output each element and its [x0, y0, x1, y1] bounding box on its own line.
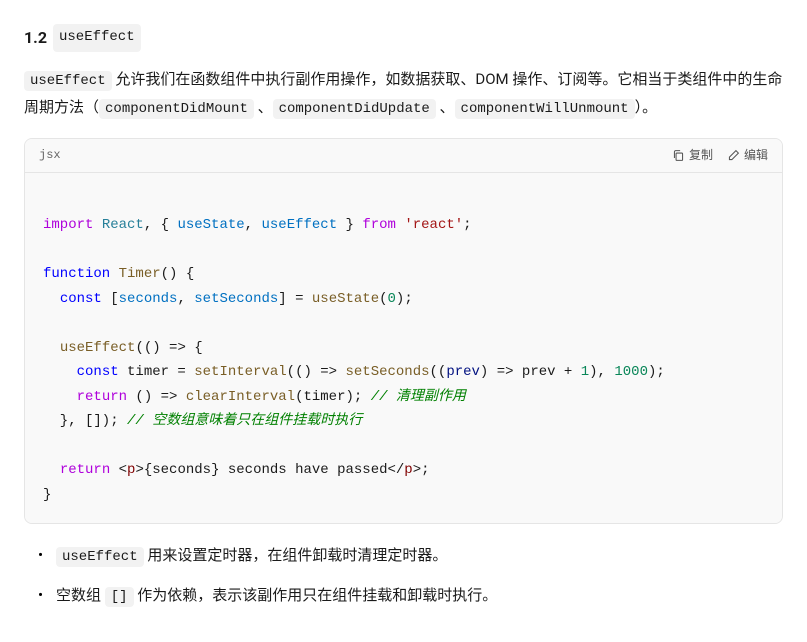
code-token: // 清理副作用 — [371, 389, 466, 405]
intro-sep-2: 、 — [436, 98, 455, 116]
code-token: ); — [648, 364, 665, 380]
edit-label: 编辑 — [744, 145, 768, 165]
code-token: setSeconds — [194, 291, 278, 307]
edit-button[interactable]: 编辑 — [727, 145, 768, 165]
code-token: clearInterval — [186, 389, 295, 405]
code-token: function — [43, 266, 110, 282]
code-token: setSeconds — [345, 364, 429, 380]
list-item: useEffect 用来设置定时器，在组件卸载时清理定时器。 — [32, 542, 783, 570]
bullet-list: useEffect 用来设置定时器，在组件卸载时清理定时器。 空数组 [] 作为… — [24, 542, 783, 610]
code-token: ), — [589, 364, 614, 380]
code-token: useEffect — [261, 217, 337, 233]
code-token: seconds — [119, 291, 178, 307]
code-token: , { — [144, 217, 178, 233]
code-token: useState — [177, 217, 244, 233]
intro-paragraph: useEffect 允许我们在函数组件中执行副作用操作，如数据获取、DOM 操作… — [24, 66, 783, 122]
code-token: const — [77, 364, 119, 380]
copy-button[interactable]: 复制 — [672, 145, 713, 165]
code-token: < — [110, 462, 127, 478]
code-token: return — [77, 389, 127, 405]
code-token: useEffect — [60, 340, 136, 356]
code-token: 'react' — [404, 217, 463, 233]
code-actions: 复制 编辑 — [672, 145, 768, 165]
code-block: jsx 复制 编辑 import React, { useState, useE… — [24, 138, 783, 524]
code-token: }, []); — [43, 413, 127, 429]
code-token: [ — [102, 291, 119, 307]
code-language-label: jsx — [39, 145, 61, 165]
code-token: ; — [463, 217, 471, 233]
code-token: , — [245, 217, 262, 233]
code-header: jsx 复制 编辑 — [25, 139, 782, 172]
code-token: ) => prev + — [480, 364, 581, 380]
code-token: 1000 — [614, 364, 648, 380]
code-token: const — [60, 291, 102, 307]
list-item: 空数组 [] 作为依赖，表示该副作用只在组件挂载和卸载时执行。 — [32, 582, 783, 610]
intro-text-2: ）。 — [635, 98, 658, 116]
code-token: from — [362, 217, 396, 233]
code-token: timer = — [119, 364, 195, 380]
code-token: () => — [127, 389, 186, 405]
code-token: (timer); — [295, 389, 371, 405]
code-token: import — [43, 217, 93, 233]
copy-icon — [672, 149, 685, 162]
code-token: >{seconds} seconds have passed</ — [135, 462, 404, 478]
bullet-text: 空数组 — [56, 586, 105, 604]
code-token: return — [60, 462, 110, 478]
code-token: React — [102, 217, 144, 233]
copy-label: 复制 — [689, 145, 713, 165]
code-token: , — [177, 291, 194, 307]
bullet-code: useEffect — [56, 547, 144, 567]
code-token: >; — [413, 462, 430, 478]
code-token: } — [337, 217, 362, 233]
heading-number: 1.2 — [24, 24, 47, 51]
edit-icon — [727, 149, 740, 162]
code-token: // 空数组意味着只在组件挂载时执行 — [127, 413, 362, 429]
code-body[interactable]: import React, { useState, useEffect } fr… — [25, 173, 782, 524]
intro-code-4: componentWillUnmount — [455, 99, 635, 119]
bullet-text: 作为依赖，表示该副作用只在组件挂载和卸载时执行。 — [134, 586, 498, 604]
code-token: () { — [161, 266, 195, 282]
code-token: useState — [312, 291, 379, 307]
intro-sep-1: 、 — [254, 98, 273, 116]
code-token: } — [43, 487, 51, 503]
intro-code-2: componentDidMount — [99, 99, 254, 119]
code-token: 0 — [388, 291, 396, 307]
code-token: p — [404, 462, 412, 478]
bullet-code: [] — [105, 587, 134, 607]
code-token: setInterval — [194, 364, 286, 380]
code-token: (() => — [287, 364, 346, 380]
intro-code-1: useEffect — [24, 71, 112, 91]
bullet-text: 用来设置定时器，在组件卸载时清理定时器。 — [144, 546, 448, 564]
code-token: 1 — [581, 364, 589, 380]
code-token: ); — [396, 291, 413, 307]
intro-code-3: componentDidUpdate — [273, 99, 436, 119]
section-heading: 1.2 useEffect — [24, 24, 783, 52]
code-token: prev — [446, 364, 480, 380]
code-token: (() => { — [135, 340, 202, 356]
code-token: ] = — [278, 291, 312, 307]
code-token: ( — [379, 291, 387, 307]
code-token: Timer — [119, 266, 161, 282]
code-token: (( — [430, 364, 447, 380]
heading-code: useEffect — [53, 24, 141, 52]
